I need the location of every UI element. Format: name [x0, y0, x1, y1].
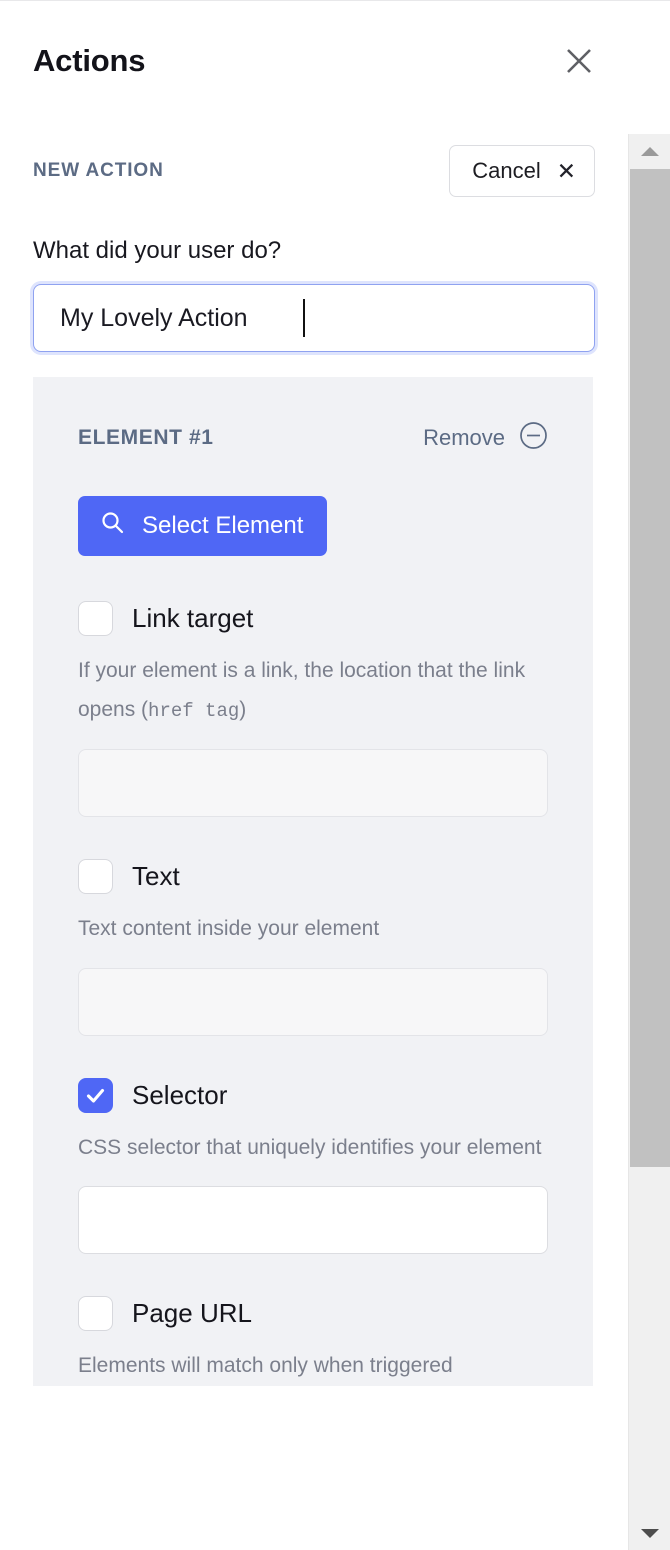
checkbox-row-text[interactable]: Text — [78, 858, 548, 894]
cancel-x-icon: ✕ — [556, 157, 576, 184]
element-card: ELEMENT #1 Remove Select Element Link ta… — [33, 377, 593, 1387]
input-text[interactable] — [78, 967, 548, 1036]
section-label-new-action: NEW ACTION — [33, 160, 164, 181]
checkbox-row-selector[interactable]: Selector — [78, 1077, 548, 1113]
page-title: Actions — [33, 43, 146, 78]
help-suffix: ) — [239, 697, 247, 721]
field-group-page-url: Page URL Elements will match only when t… — [78, 1296, 548, 1386]
help-text-page-url: Elements will match only when triggered — [78, 1354, 453, 1378]
element-card-header: ELEMENT #1 Remove — [78, 421, 548, 455]
scrollbar-thumb[interactable] — [630, 169, 670, 1167]
input-link-target[interactable] — [78, 748, 548, 817]
triangle-down-icon[interactable] — [629, 1517, 670, 1550]
minus-circle-icon — [519, 421, 548, 455]
new-action-section-header: NEW ACTION Cancel ✕ — [33, 121, 595, 221]
checkbox-selector[interactable] — [78, 1077, 113, 1113]
help-text-link-target: If your element is a link, the location … — [78, 652, 548, 730]
help-prefix: If your element is a link, the location … — [78, 659, 526, 721]
remove-element-button[interactable]: Remove — [423, 421, 548, 455]
cancel-button-label: Cancel — [472, 158, 541, 183]
checkbox-label-page-url: Page URL — [132, 1298, 252, 1329]
actions-panel: Actions NEW ACTION Cancel ✕ What did you… — [0, 0, 670, 1550]
checkbox-label-link-target: Link target — [132, 603, 254, 633]
help-text-selector: CSS selector that uniquely identifies yo… — [78, 1135, 542, 1159]
close-icon[interactable] — [562, 44, 596, 78]
checkbox-row-link-target[interactable]: Link target — [78, 601, 548, 636]
text-caret — [303, 299, 305, 337]
select-element-label: Select Element — [142, 512, 304, 539]
checkbox-link-target[interactable] — [78, 601, 113, 636]
checkbox-row-page-url[interactable]: Page URL — [78, 1296, 548, 1332]
action-name-input-wrap — [33, 284, 595, 352]
triangle-up-icon[interactable] — [629, 134, 670, 168]
search-icon — [100, 510, 125, 542]
input-selector[interactable] — [78, 1186, 548, 1255]
checkbox-page-url[interactable] — [78, 1296, 113, 1332]
field-group-selector: Selector CSS selector that uniquely iden… — [78, 1077, 548, 1255]
element-title: ELEMENT #1 — [78, 426, 214, 449]
help-text-text: Text content inside your element — [78, 916, 380, 940]
vertical-scrollbar[interactable] — [628, 134, 670, 1550]
checkbox-label-text: Text — [132, 860, 180, 891]
help-mono: href tag — [148, 699, 240, 722]
cancel-button[interactable]: Cancel ✕ — [449, 145, 595, 197]
question-label: What did your user do? — [33, 237, 282, 264]
panel-header: Actions — [0, 1, 628, 121]
panel-content: NEW ACTION Cancel ✕ What did your user d… — [0, 121, 628, 1550]
action-name-input[interactable] — [33, 284, 595, 352]
field-group-link-target: Link target If your element is a link, t… — [78, 601, 548, 817]
remove-element-label: Remove — [423, 425, 505, 450]
field-group-text: Text Text content inside your element — [78, 858, 548, 1036]
checkbox-text[interactable] — [78, 858, 113, 894]
select-element-button[interactable]: Select Element — [78, 496, 328, 556]
checkbox-label-selector: Selector — [132, 1079, 228, 1110]
